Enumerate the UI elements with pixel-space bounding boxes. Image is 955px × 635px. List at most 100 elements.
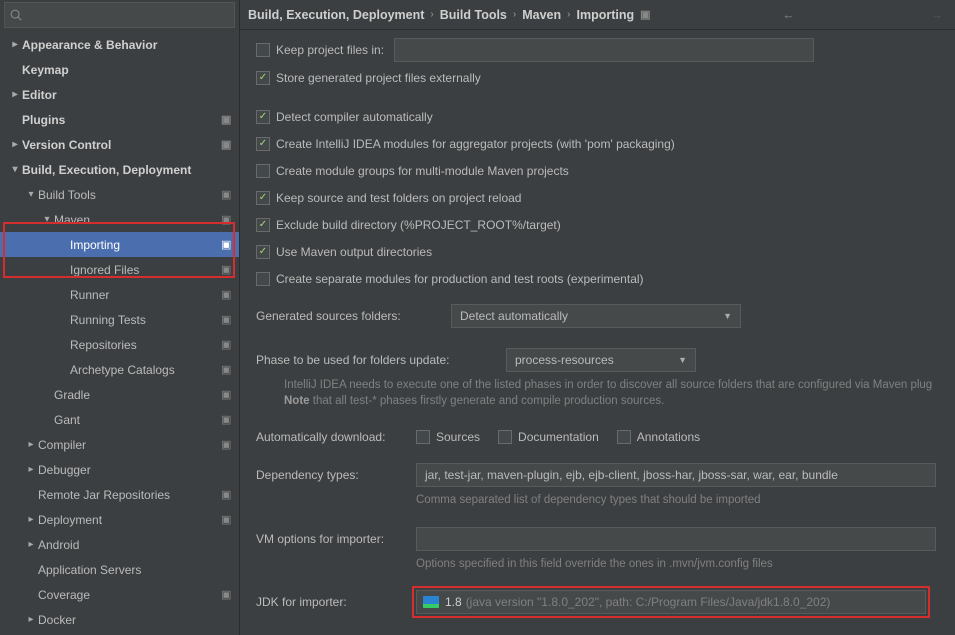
dl-annot-checkbox[interactable] bbox=[617, 430, 631, 444]
project-scope-icon: ▣ bbox=[221, 188, 235, 201]
sidebar-item-build-tools[interactable]: ▾Build Tools▣ bbox=[0, 182, 239, 207]
breadcrumb-part[interactable]: Maven bbox=[522, 8, 561, 22]
create-modules-checkbox[interactable] bbox=[256, 137, 270, 151]
maven-output-label: Use Maven output directories bbox=[276, 245, 432, 259]
project-scope-icon: ▣ bbox=[221, 488, 235, 501]
sidebar-item-android[interactable]: ▸Android bbox=[0, 532, 239, 557]
nav-forward-button[interactable]: → bbox=[927, 8, 948, 22]
sidebar-item-label: Plugins bbox=[22, 113, 221, 127]
sidebar-item-gant[interactable]: ▸Gant▣ bbox=[0, 407, 239, 432]
chevron-down-icon: ▼ bbox=[678, 355, 687, 365]
sidebar-item-deployment[interactable]: ▸Deployment▣ bbox=[0, 507, 239, 532]
separate-modules-checkbox[interactable] bbox=[256, 272, 270, 286]
project-scope-icon: ▣ bbox=[221, 288, 235, 301]
dep-types-value: jar, test-jar, maven-plugin, ejb, ejb-cl… bbox=[425, 468, 838, 482]
sidebar-item-runner[interactable]: ▸Runner▣ bbox=[0, 282, 239, 307]
phase-value: process-resources bbox=[515, 353, 614, 367]
chevron-down-icon: ▾ bbox=[40, 214, 54, 225]
sidebar-item-ignored-files[interactable]: ▸Ignored Files▣ bbox=[0, 257, 239, 282]
sidebar-item-label: Debugger bbox=[38, 463, 235, 477]
exclude-build-label: Exclude build directory (%PROJECT_ROOT%/… bbox=[276, 218, 561, 232]
exclude-build-checkbox[interactable] bbox=[256, 218, 270, 232]
sidebar-item-coverage[interactable]: ▸Coverage▣ bbox=[0, 582, 239, 607]
breadcrumb-part[interactable]: Build, Execution, Deployment bbox=[248, 8, 424, 22]
search-settings-input[interactable] bbox=[4, 2, 235, 28]
gen-sources-label: Generated sources folders: bbox=[256, 309, 451, 323]
detect-compiler-label: Detect compiler automatically bbox=[276, 110, 433, 124]
sidebar-item-version-control[interactable]: ▸Version Control▣ bbox=[0, 132, 239, 157]
dl-docs-label: Documentation bbox=[518, 430, 599, 444]
sidebar-item-repositories[interactable]: ▸Repositories▣ bbox=[0, 332, 239, 357]
sidebar-item-gradle[interactable]: ▸Gradle▣ bbox=[0, 382, 239, 407]
sidebar-item-label: Gradle bbox=[54, 388, 221, 402]
chevron-right-icon: ▸ bbox=[24, 464, 38, 475]
gear-icon: ▣ bbox=[640, 8, 650, 21]
keep-project-files-label: Keep project files in: bbox=[276, 43, 384, 57]
sidebar-item-label: Archetype Catalogs bbox=[70, 363, 221, 377]
sidebar-item-application-servers[interactable]: ▸Application Servers bbox=[0, 557, 239, 582]
sidebar-item-label: Deployment bbox=[38, 513, 221, 527]
sidebar-item-build-execution-deployment[interactable]: ▾Build, Execution, Deployment bbox=[0, 157, 239, 182]
dep-types-input[interactable]: jar, test-jar, maven-plugin, ejb, ejb-cl… bbox=[416, 463, 936, 487]
sidebar-item-label: Keymap bbox=[22, 63, 235, 77]
sidebar-item-plugins[interactable]: ▸Plugins▣ bbox=[0, 107, 239, 132]
project-scope-icon: ▣ bbox=[221, 138, 235, 151]
keep-project-files-checkbox[interactable] bbox=[256, 43, 270, 57]
phase-label: Phase to be used for folders update: bbox=[256, 353, 506, 367]
sidebar-item-docker[interactable]: ▸Docker bbox=[0, 607, 239, 632]
create-groups-label: Create module groups for multi-module Ma… bbox=[276, 164, 569, 178]
chevron-down-icon: ▾ bbox=[8, 164, 22, 175]
sidebar-item-maven[interactable]: ▾Maven▣ bbox=[0, 207, 239, 232]
breadcrumb-part[interactable]: Build Tools bbox=[440, 8, 507, 22]
sidebar-item-label: Docker bbox=[38, 613, 235, 627]
chevron-right-icon: ▸ bbox=[8, 39, 22, 50]
jdk-icon bbox=[423, 596, 439, 608]
jdk-version: 1.8 bbox=[445, 595, 462, 609]
project-scope-icon: ▣ bbox=[221, 388, 235, 401]
sidebar-item-label: Importing bbox=[70, 238, 221, 252]
detect-compiler-checkbox[interactable] bbox=[256, 110, 270, 124]
gen-sources-dropdown[interactable]: Detect automatically ▼ bbox=[451, 304, 741, 328]
sidebar-item-label: Application Servers bbox=[38, 563, 235, 577]
create-modules-label: Create IntelliJ IDEA modules for aggrega… bbox=[276, 137, 675, 151]
dl-sources-checkbox[interactable] bbox=[416, 430, 430, 444]
breadcrumb: Build, Execution, Deployment › Build Too… bbox=[240, 0, 955, 30]
sidebar-item-running-tests[interactable]: ▸Running Tests▣ bbox=[0, 307, 239, 332]
sidebar-item-compiler[interactable]: ▸Compiler▣ bbox=[0, 432, 239, 457]
sidebar-item-keymap[interactable]: ▸Keymap bbox=[0, 57, 239, 82]
dl-annot-label: Annotations bbox=[637, 430, 700, 444]
chevron-down-icon: ▾ bbox=[24, 189, 38, 200]
main-panel: Build, Execution, Deployment › Build Too… bbox=[240, 0, 955, 635]
sidebar-item-label: Runner bbox=[70, 288, 221, 302]
nav-back-button[interactable]: ← bbox=[778, 8, 799, 22]
store-externally-checkbox[interactable] bbox=[256, 71, 270, 85]
breadcrumb-current: Importing bbox=[576, 8, 634, 22]
jdk-importer-dropdown[interactable]: 1.8 (java version "1.8.0_202", path: C:/… bbox=[416, 590, 926, 614]
auto-download-label: Automatically download: bbox=[256, 430, 416, 444]
sidebar-item-label: Appearance & Behavior bbox=[22, 38, 235, 52]
chevron-down-icon: ▼ bbox=[723, 311, 732, 321]
sidebar-item-editor[interactable]: ▸Editor bbox=[0, 82, 239, 107]
maven-output-checkbox[interactable] bbox=[256, 245, 270, 259]
chevron-right-icon: ▸ bbox=[24, 514, 38, 525]
separate-modules-label: Create separate modules for production a… bbox=[276, 272, 644, 286]
project-scope-icon: ▣ bbox=[221, 313, 235, 326]
sidebar-item-appearance-behavior[interactable]: ▸Appearance & Behavior bbox=[0, 32, 239, 57]
sidebar-item-label: Ignored Files bbox=[70, 263, 221, 277]
chevron-right-icon: ▸ bbox=[24, 439, 38, 450]
phase-dropdown[interactable]: process-resources ▼ bbox=[506, 348, 696, 372]
keep-folders-label: Keep source and test folders on project … bbox=[276, 191, 521, 205]
sidebar-item-label: Version Control bbox=[22, 138, 221, 152]
create-groups-checkbox[interactable] bbox=[256, 164, 270, 178]
callout-box-jdk: 1.8 (java version "1.8.0_202", path: C:/… bbox=[412, 586, 930, 618]
dl-docs-checkbox[interactable] bbox=[498, 430, 512, 444]
sidebar-item-debugger[interactable]: ▸Debugger bbox=[0, 457, 239, 482]
project-scope-icon: ▣ bbox=[221, 263, 235, 276]
vm-options-input[interactable] bbox=[416, 527, 936, 551]
keep-folders-checkbox[interactable] bbox=[256, 191, 270, 205]
sidebar-item-remote-jar-repositories[interactable]: ▸Remote Jar Repositories▣ bbox=[0, 482, 239, 507]
keep-project-files-path-input[interactable] bbox=[394, 38, 814, 62]
sidebar-item-archetype-catalogs[interactable]: ▸Archetype Catalogs▣ bbox=[0, 357, 239, 382]
project-scope-icon: ▣ bbox=[221, 413, 235, 426]
sidebar-item-importing[interactable]: ▸Importing▣ bbox=[0, 232, 239, 257]
